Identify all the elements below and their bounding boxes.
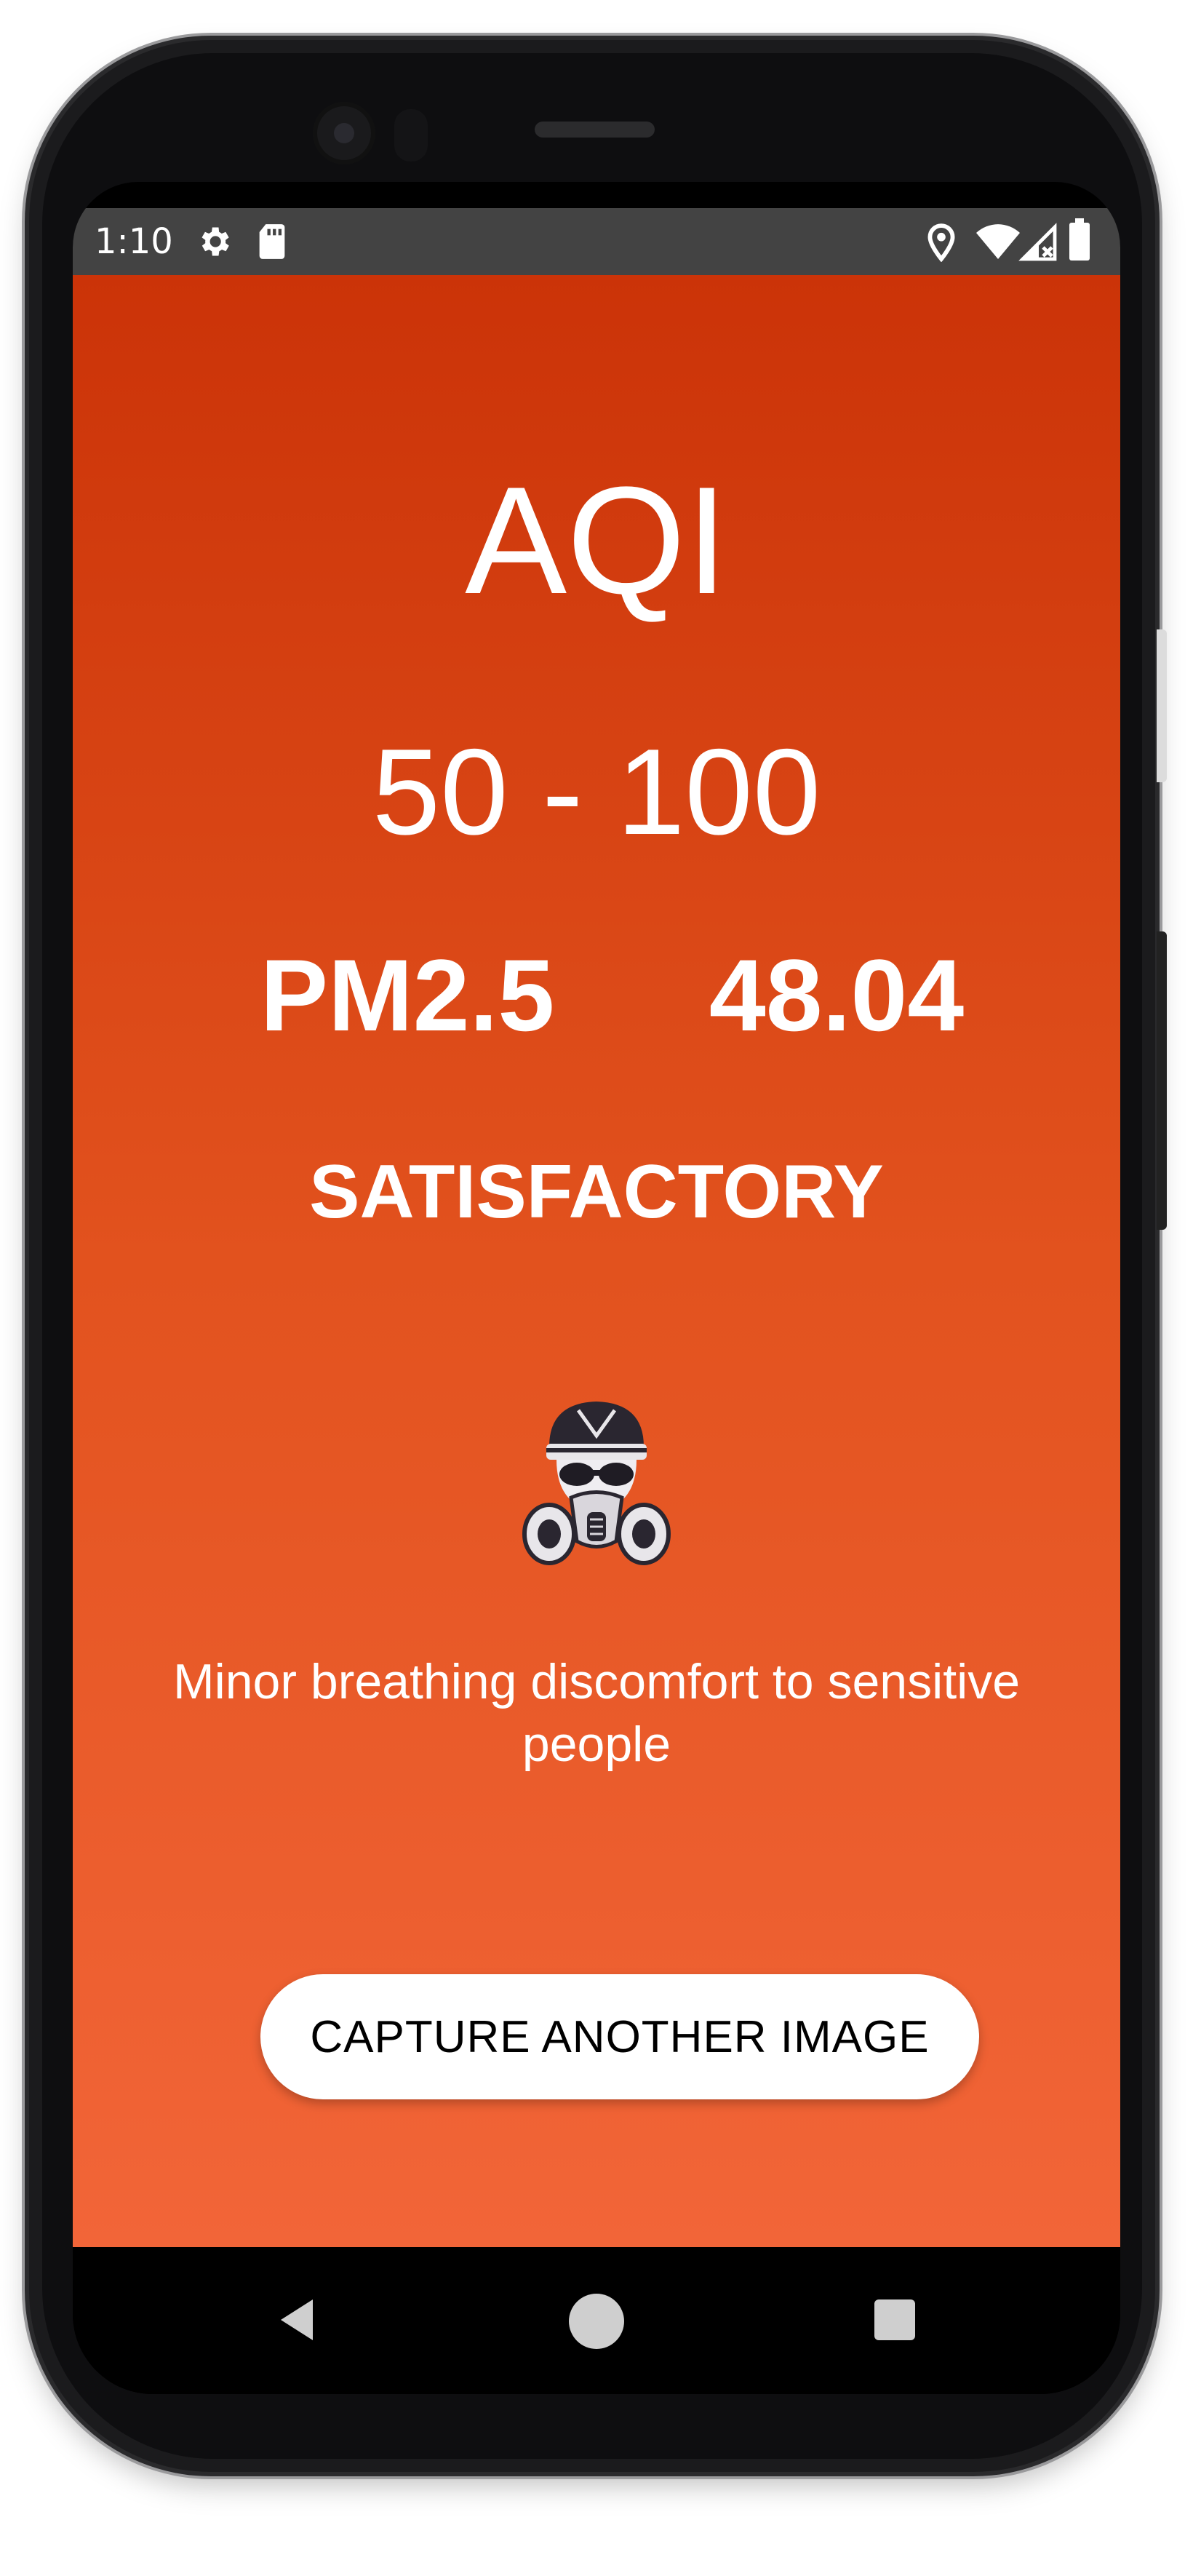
- pm25-value: 48.04: [709, 938, 965, 1052]
- status-time: 1:10: [95, 221, 173, 262]
- aqi-title: AQI: [465, 455, 728, 626]
- battery-icon: [1069, 218, 1090, 261]
- pm25-label: PM2.5: [260, 938, 555, 1052]
- recents-icon[interactable]: [866, 2291, 924, 2349]
- back-icon[interactable]: [269, 2291, 327, 2349]
- proximity-sensor: [394, 109, 428, 162]
- aqi-result-screen: AQI 50 - 100 PM2.5 48.04 SATISFACTORY Mi…: [73, 275, 1120, 2247]
- health-message: Minor breathing discomfort to sensitive …: [172, 1654, 1021, 1772]
- aqi-category: SATISFACTORY: [309, 1150, 884, 1234]
- navigation-bar: [73, 2247, 1120, 2394]
- aqi-range: 50 - 100: [372, 723, 821, 860]
- location-icon: [927, 223, 955, 262]
- power-button: [1157, 931, 1167, 1230]
- screen: 1:10 AQI 50 - 100 PM2.5 48.04 SATISFACTO…: [73, 182, 1120, 2394]
- front-camera: [313, 102, 375, 164]
- sd-card-icon: [259, 224, 285, 259]
- wifi-icon: [976, 224, 1020, 259]
- settings-icon: [202, 227, 229, 256]
- earpiece-speaker: [535, 122, 655, 138]
- signal-icon: [1018, 223, 1057, 261]
- status-bar: 1:10: [73, 208, 1120, 275]
- volume-button: [1157, 629, 1167, 782]
- home-icon[interactable]: [566, 2291, 627, 2352]
- gas-mask-mascot-icon: [522, 1402, 671, 1565]
- capture-another-image-button[interactable]: CAPTURE ANOTHER IMAGE: [260, 1974, 979, 2099]
